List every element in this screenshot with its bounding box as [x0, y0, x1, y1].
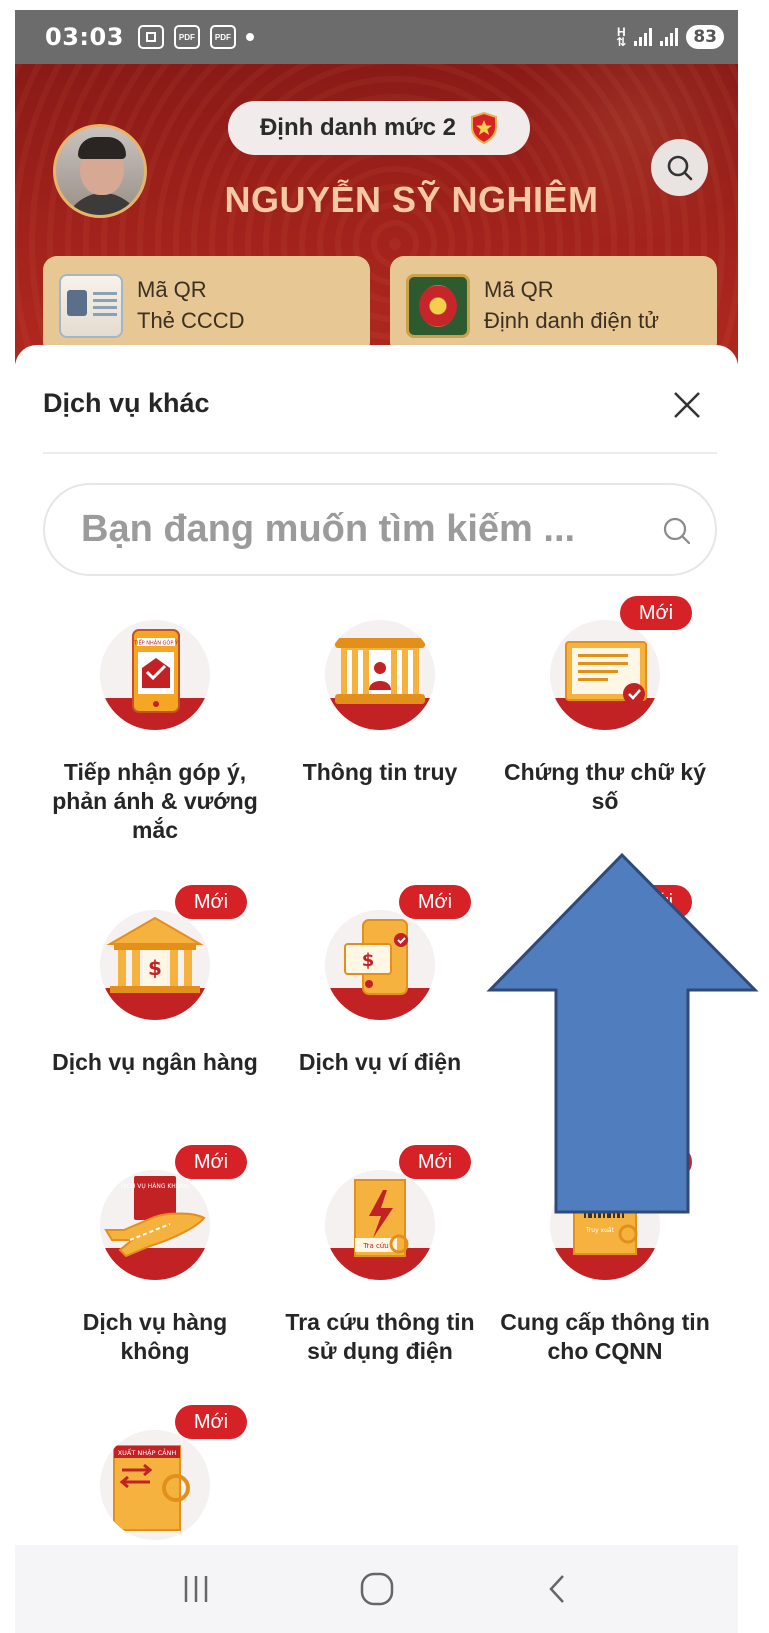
phone-screen: 03:03 PDF PDF H ⇅ 83 Định danh mức 2 NGU…: [15, 10, 738, 1633]
new-badge: Mới: [620, 1145, 692, 1179]
header-search-button[interactable]: [651, 139, 708, 196]
service-electricity[interactable]: Tra cứu Tra cứu thông tin sử dụng điện: [265, 1170, 495, 1366]
qr-digital-id-line2: Định danh điện tử: [484, 308, 659, 333]
new-badge: Mới: [175, 885, 247, 919]
service-label: Chứng thư chữ ký số: [503, 759, 707, 814]
svg-text:XUẤT NHẬP CẢNH: XUẤT NHẬP CẢNH: [118, 1447, 177, 1457]
electricity-icon: Tra cứu: [325, 1170, 435, 1280]
user-name: NGUYỄN SỸ NGHIÊM: [224, 179, 599, 220]
origin-barcode-icon: NGUỒN GỐC Truy xuất: [550, 1170, 660, 1280]
data-arrows-icon: H ⇅: [616, 25, 627, 49]
svg-text:TIẾP NHẬN GÓP Ý: TIẾP NHẬN GÓP Ý: [133, 639, 179, 647]
service-search-input[interactable]: [81, 508, 641, 551]
signal-icon: [634, 28, 653, 46]
qr-cccd-card[interactable]: Mã QR Thẻ CCCD: [43, 256, 370, 356]
battery-level: 83: [686, 25, 724, 49]
identity-level-badge[interactable]: Định danh mức 2: [228, 101, 530, 155]
pdf-file-icon: PDF: [173, 25, 200, 49]
home-button[interactable]: [347, 1559, 407, 1619]
divider: [43, 452, 717, 454]
service-wanted-info[interactable]: Thông tin truy: [265, 620, 495, 787]
status-time: 03:03: [45, 23, 124, 51]
status-bar: 03:03 PDF PDF H ⇅ 83: [15, 10, 738, 64]
recent-apps-button[interactable]: [166, 1559, 226, 1619]
new-badge: Mới: [399, 885, 471, 919]
status-notification-icons: PDF PDF: [137, 25, 254, 49]
service-feedback[interactable]: TIẾP NHẬN GÓP Ý Tiếp nhận góp ý, phản án…: [40, 620, 270, 845]
immigration-icon: XUẤT NHẬP CẢNH: [100, 1430, 210, 1540]
qr-digital-id-line1: Mã QR: [484, 277, 554, 302]
svg-text:$: $: [148, 956, 162, 980]
new-badge: Mới: [620, 596, 692, 630]
more-notifications-dot-icon: [245, 33, 254, 41]
new-badge: Mới: [399, 1145, 471, 1179]
service-digital-certificate[interactable]: Chứng thư chữ ký số: [490, 620, 720, 816]
service-aviation[interactable]: DỊCH VỤ HÀNG KHÔNG Dịch vụ hàng không: [40, 1170, 270, 1366]
svg-text:NGUỒN GỐC: NGUỒN GỐC: [583, 1182, 628, 1192]
sheet-title: Dịch vụ khác: [43, 388, 210, 418]
e-wallet-icon: $: [325, 910, 435, 1020]
service-label: Dịch vụ ngân hàng: [52, 1049, 258, 1075]
svg-text:$: $: [362, 950, 375, 971]
service-banking[interactable]: $ Dịch vụ ngân hàng: [40, 910, 270, 1077]
police-emblem-icon: [406, 274, 470, 338]
service-label: Dịch vụ ví điện: [298, 1049, 462, 1075]
search-icon[interactable]: [661, 515, 693, 547]
pdf-label: PDF: [178, 32, 195, 42]
screenshot-icon: [137, 25, 164, 49]
search-icon: [667, 155, 692, 180]
new-badge: Mới: [175, 1145, 247, 1179]
back-icon: [548, 1575, 564, 1603]
service-provide-info-cqnn[interactable]: NGUỒN GỐC Truy xuất Cung cấp thông tin c…: [490, 1170, 720, 1366]
service-hidden[interactable]: [490, 910, 720, 1048]
other-services-sheet: Dịch vụ khác TIẾP NHẬN GÓP Ý: [15, 345, 738, 1545]
close-icon[interactable]: [667, 385, 707, 425]
digital-certificate-icon: [550, 620, 660, 730]
back-button[interactable]: [528, 1559, 588, 1619]
identity-level-label: Định danh mức 2: [259, 114, 457, 141]
feedback-phone-icon: TIẾP NHẬN GÓP Ý: [100, 620, 210, 730]
qr-digital-id-card[interactable]: Mã QR Định danh điện tử: [390, 256, 717, 356]
hidden-service-icon: [550, 910, 660, 1020]
qr-cccd-line1: Mã QR: [137, 277, 207, 302]
service-e-wallet[interactable]: $ Dịch vụ ví điện: [265, 910, 495, 1077]
service-search-box[interactable]: [43, 483, 717, 576]
recent-apps-icon: [184, 1576, 207, 1602]
qr-cccd-line2: Thẻ CCCD: [137, 308, 245, 333]
signal-icon-2: [660, 28, 679, 46]
airplane-icon: DỊCH VỤ HÀNG KHÔNG: [100, 1170, 210, 1280]
profile-header: Định danh mức 2 NGUYỄN SỸ NGHIÊM Mã QR T…: [15, 64, 738, 364]
service-immigration[interactable]: XUẤT NHẬP CẢNH: [40, 1430, 270, 1540]
svg-text:DỊCH VỤ HÀNG KHÔNG: DỊCH VỤ HÀNG KHÔNG: [120, 1183, 190, 1190]
system-navigation-bar: [15, 1545, 738, 1633]
shield-star-icon: [471, 112, 498, 144]
pdf-label-2: PDF: [214, 32, 231, 42]
service-label: Thông tin truy: [302, 759, 458, 785]
service-label: Tiếp nhận góp ý, phản ánh & vướng mắc: [52, 759, 258, 843]
new-badge: Mới: [620, 885, 692, 919]
pdf-file-icon-2: PDF: [209, 25, 236, 49]
wanted-person-icon: [325, 620, 435, 730]
svg-text:Tra cứu: Tra cứu: [362, 1242, 388, 1250]
service-label: Cung cấp thông tin cho CQNN: [500, 1309, 710, 1364]
service-label: Tra cứu thông tin sử dụng điện: [285, 1309, 475, 1364]
svg-text:Truy xuất: Truy xuất: [585, 1227, 615, 1234]
bank-icon: $: [100, 910, 210, 1020]
home-icon: [360, 1572, 393, 1606]
status-right: H ⇅ 83: [616, 25, 724, 49]
id-card-icon: [59, 274, 123, 338]
service-label: Dịch vụ hàng không: [82, 1309, 228, 1364]
new-badge: Mới: [175, 1405, 247, 1439]
